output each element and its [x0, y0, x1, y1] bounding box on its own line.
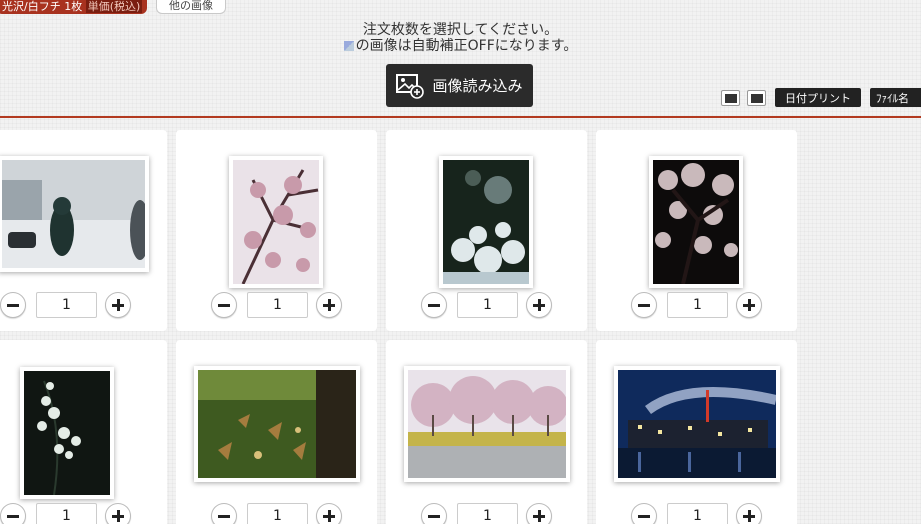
photo-card: 1: [596, 130, 797, 331]
minus-icon: [638, 514, 650, 518]
quantity-field[interactable]: 1: [457, 292, 518, 318]
date-print-button[interactable]: 日付プリント: [775, 88, 861, 107]
plus-button[interactable]: [736, 292, 762, 318]
instructions: 注文枚数を選択してください。 の画像は自動補正OFFになります。: [0, 22, 921, 54]
photo-card: 1: [386, 340, 587, 524]
quantity-stepper: 1: [421, 292, 552, 318]
quantity-stepper: 1: [211, 503, 342, 524]
filename-print-button[interactable]: ﾌｧｲﾙ名: [870, 88, 921, 107]
plus-button[interactable]: [316, 292, 342, 318]
add-image-icon: [396, 73, 425, 99]
plus-button[interactable]: [316, 503, 342, 524]
minus-icon: [428, 514, 440, 518]
minus-button[interactable]: [211, 292, 237, 318]
photo-card: 1: [0, 340, 167, 524]
minus-button[interactable]: [421, 292, 447, 318]
photo-thumbnail[interactable]: [20, 367, 114, 499]
minus-icon: [7, 514, 19, 518]
photo-card: 1: [386, 130, 587, 331]
auto-correct-off-icon: [343, 41, 354, 51]
instruction-line-2-wrap: の画像は自動補正OFFになります。: [0, 38, 921, 54]
filename-print-label: ﾌｧｲﾙ名: [876, 91, 909, 105]
photo-card: 1: [0, 130, 167, 331]
plus-button[interactable]: [736, 503, 762, 524]
minus-icon: [7, 303, 19, 307]
minus-icon: [638, 303, 650, 307]
photo-card: 1: [176, 340, 377, 524]
minus-button[interactable]: [631, 503, 657, 524]
instruction-line-2: の画像は自動補正OFFになります。: [355, 38, 578, 54]
instruction-line-1: 注文枚数を選択してください。: [362, 22, 559, 38]
other-images-tab[interactable]: 他の画像: [156, 0, 226, 14]
quantity-stepper: 1: [211, 292, 342, 318]
minus-icon: [218, 514, 230, 518]
quantity-field[interactable]: 1: [667, 503, 728, 524]
plus-button[interactable]: [105, 503, 131, 524]
quantity-field[interactable]: 1: [247, 292, 308, 318]
minus-button[interactable]: [631, 292, 657, 318]
photo-thumbnail[interactable]: [614, 366, 780, 482]
minus-button[interactable]: [0, 292, 26, 318]
quantity-field[interactable]: 1: [247, 503, 308, 524]
quantity-stepper: 1: [631, 503, 762, 524]
plus-button[interactable]: [105, 292, 131, 318]
minus-icon: [428, 303, 440, 307]
layout-grid-icon[interactable]: [747, 90, 766, 106]
plus-button[interactable]: [526, 292, 552, 318]
quantity-stepper: 1: [421, 503, 552, 524]
upload-image-label: 画像読み込み: [432, 77, 523, 95]
quantity-stepper: 1: [0, 503, 131, 524]
photo-thumbnail[interactable]: [0, 156, 149, 272]
photo-thumbnail[interactable]: [194, 366, 360, 482]
quantity-field[interactable]: 1: [667, 292, 728, 318]
photo-thumbnail[interactable]: [649, 156, 743, 288]
date-print-label: 日付プリント: [785, 91, 851, 105]
other-images-tab-label: 他の画像: [169, 0, 213, 12]
quantity-field[interactable]: 1: [457, 503, 518, 524]
photo-thumbnail[interactable]: [229, 156, 323, 288]
plus-button[interactable]: [526, 503, 552, 524]
price-badge-highlight: 単価(税込): [85, 0, 143, 13]
photo-thumbnail[interactable]: [439, 156, 533, 288]
price-badge: 光沢/白フチ 1枚 単価(税込): [0, 0, 147, 14]
upload-image-button[interactable]: 画像読み込み: [386, 64, 533, 107]
price-badge-text: 光沢/白フチ 1枚: [2, 0, 83, 13]
layout-view-icon[interactable]: [721, 90, 740, 106]
quantity-stepper: 1: [631, 292, 762, 318]
quantity-stepper: 1: [0, 292, 131, 318]
photo-thumbnail[interactable]: [404, 366, 570, 482]
minus-icon: [218, 303, 230, 307]
minus-button[interactable]: [0, 503, 26, 524]
photo-card: 1: [176, 130, 377, 331]
quantity-field[interactable]: 1: [36, 503, 97, 524]
minus-button[interactable]: [421, 503, 447, 524]
quantity-field[interactable]: 1: [36, 292, 97, 318]
minus-button[interactable]: [211, 503, 237, 524]
divider-line: [0, 116, 921, 118]
photo-card: 1: [596, 340, 797, 524]
